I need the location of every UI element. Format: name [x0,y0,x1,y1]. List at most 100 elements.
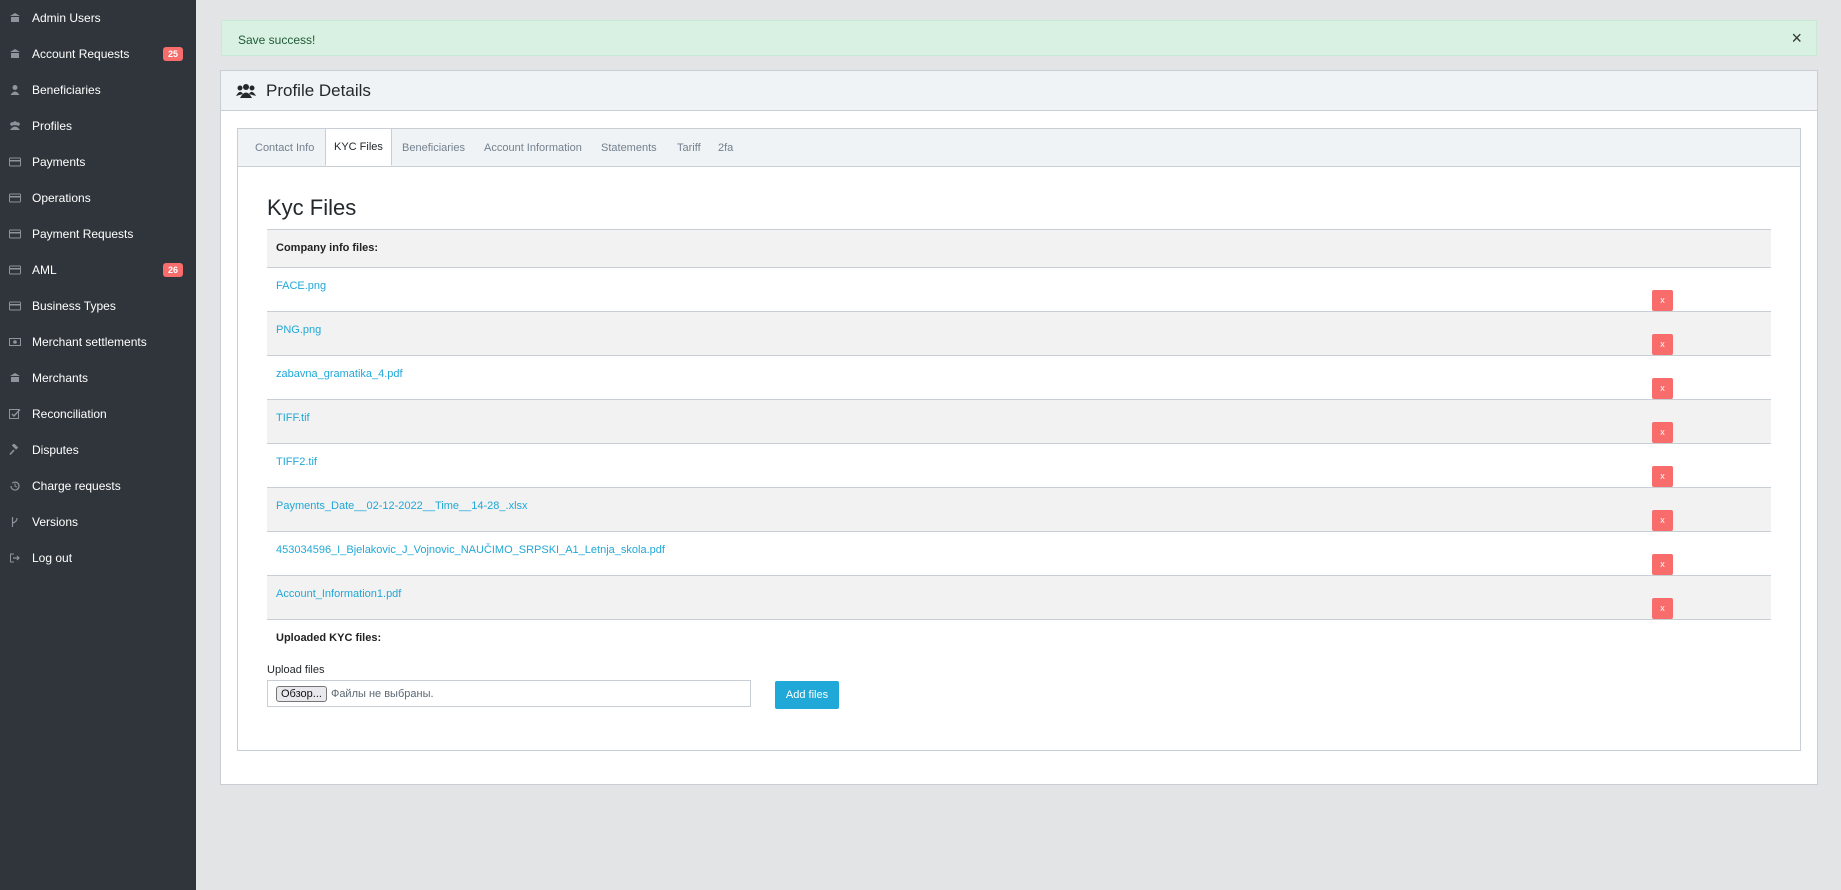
sidebar-item-label: Merchant settlements [32,335,147,349]
sidebar-item-account-requests[interactable]: Account Requests 25 [0,36,196,72]
upload-files-label: Upload files [267,664,325,676]
sidebar-item-label: Beneficiaries [32,83,101,97]
card-header: Profile Details [221,71,1817,111]
uploaded-files-header-row: Uploaded KYC files: [267,619,1771,657]
alert-close-button[interactable]: × [1791,29,1802,47]
check-square-icon [9,408,21,420]
add-files-button[interactable]: Add files [775,681,839,709]
sidebar-item-admin-users[interactable]: Admin Users [0,0,196,36]
credit-card-icon [9,156,21,168]
tab-contact-info[interactable]: Contact Info [255,129,314,167]
sidebar-item-versions[interactable]: Versions [0,504,196,540]
sidebar-item-payments[interactable]: Payments [0,144,196,180]
file-link[interactable]: Payments_Date__02-12-2022__Time__14-28_.… [276,500,528,512]
sidebar-item-log-out[interactable]: Log out [0,540,196,576]
sidebar: Admin Users Account Requests 25 Benefici… [0,0,196,890]
table-row: FACE.png x [267,267,1771,312]
users-icon [236,83,256,99]
file-link[interactable]: TIFF2.tif [276,456,317,468]
main-content: Save success! × Profile Details Contact … [196,0,1841,890]
sidebar-item-merchant-settlements[interactable]: Merchant settlements [0,324,196,360]
sign-out-icon [9,552,21,564]
sidebar-item-charge-requests[interactable]: Charge requests [0,468,196,504]
alert-text: Save success! [238,33,316,47]
sidebar-item-label: Versions [32,515,79,529]
sidebar-item-profiles[interactable]: Profiles [0,108,196,144]
delete-file-button[interactable]: x [1652,378,1673,399]
credit-card-icon [9,228,21,240]
tabs-bar: Contact Info KYC Files Beneficiaries Acc… [238,128,1800,167]
delete-file-button[interactable]: x [1652,510,1673,531]
profile-details-card: Profile Details Contact Info KYC Files B… [220,70,1818,785]
table-row: Account_Information1.pdf x [267,575,1771,620]
sidebar-item-merchants[interactable]: Merchants [0,360,196,396]
tab-2fa[interactable]: 2fa [718,129,733,167]
user-icon [9,84,21,96]
tab-beneficiaries[interactable]: Beneficiaries [402,129,465,167]
sidebar-item-beneficiaries[interactable]: Beneficiaries [0,72,196,108]
tab-tariff[interactable]: Tariff [677,129,701,167]
tab-account-information[interactable]: Account Information [484,129,582,167]
sidebar-item-payment-requests[interactable]: Payment Requests [0,216,196,252]
company-files-header: Company info files: [267,229,1771,268]
credit-card-icon [9,264,21,276]
uploaded-files-header: Uploaded KYC files: [267,619,1771,657]
file-link[interactable]: zabavna_gramatika_4.pdf [276,368,403,380]
sidebar-item-label: Charge requests [32,479,121,493]
sidebar-item-label: Merchants [32,371,89,385]
browse-button[interactable]: Обзор... [276,685,327,702]
bank-icon [9,372,21,384]
delete-file-button[interactable]: x [1652,422,1673,443]
file-link[interactable]: 453034596_I_Bjelakovic_J_Vojnovic_NAUČIM… [276,544,665,556]
file-link[interactable]: FACE.png [276,280,326,292]
tab-statements[interactable]: Statements [601,129,657,167]
delete-file-button[interactable]: x [1652,290,1673,311]
bank-icon [9,48,21,60]
sidebar-item-disputes[interactable]: Disputes [0,432,196,468]
file-upload-input[interactable]: Обзор... Файлы не выбраны. [267,680,751,707]
table-row: TIFF.tif x [267,399,1771,444]
table-row: Payments_Date__02-12-2022__Time__14-28_.… [267,487,1771,532]
sidebar-item-business-types[interactable]: Business Types [0,288,196,324]
delete-file-button[interactable]: x [1652,466,1673,487]
kyc-files-table: Company info files: FACE.png x PNG.png x… [267,229,1771,657]
tab-kyc-files[interactable]: KYC Files [325,128,392,166]
card-title: Profile Details [266,80,371,100]
gavel-icon [9,444,21,456]
tabs-panel: Contact Info KYC Files Beneficiaries Acc… [237,128,1801,751]
sidebar-item-operations[interactable]: Operations [0,180,196,216]
history-icon [9,480,21,492]
company-files-header-row: Company info files: [267,229,1771,268]
table-row: TIFF2.tif x [267,443,1771,488]
file-link[interactable]: TIFF.tif [276,412,310,424]
delete-file-button[interactable]: x [1652,554,1673,575]
money-icon [9,336,21,348]
file-link[interactable]: PNG.png [276,324,321,336]
account-requests-badge: 25 [162,47,183,61]
sidebar-item-label: Payment Requests [32,227,134,241]
sidebar-item-label: Account Requests [32,47,130,61]
success-alert: Save success! × [221,20,1817,56]
sidebar-item-label: Reconciliation [32,407,107,421]
file-link[interactable]: Account_Information1.pdf [276,588,401,600]
no-files-text: Файлы не выбраны. [330,687,434,700]
sidebar-item-label: Payments [32,155,86,169]
table-row: PNG.png x [267,311,1771,356]
sidebar-item-label: Business Types [32,299,116,313]
credit-card-icon [9,192,21,204]
branch-icon [9,516,21,528]
users-icon [9,120,21,132]
sidebar-item-label: Log out [32,551,73,565]
sidebar-item-label: Disputes [32,443,79,457]
sidebar-item-label: Admin Users [32,11,101,25]
table-row: zabavna_gramatika_4.pdf x [267,355,1771,400]
sidebar-item-label: Operations [32,191,91,205]
delete-file-button[interactable]: x [1652,334,1673,355]
aml-badge: 26 [162,263,183,277]
delete-file-button[interactable]: x [1652,598,1673,619]
sidebar-item-aml[interactable]: AML 26 [0,252,196,288]
section-title: Kyc Files [267,195,357,220]
table-row: 453034596_I_Bjelakovic_J_Vojnovic_NAUČIM… [267,531,1771,576]
sidebar-item-reconciliation[interactable]: Reconciliation [0,396,196,432]
credit-card-icon [9,300,21,312]
